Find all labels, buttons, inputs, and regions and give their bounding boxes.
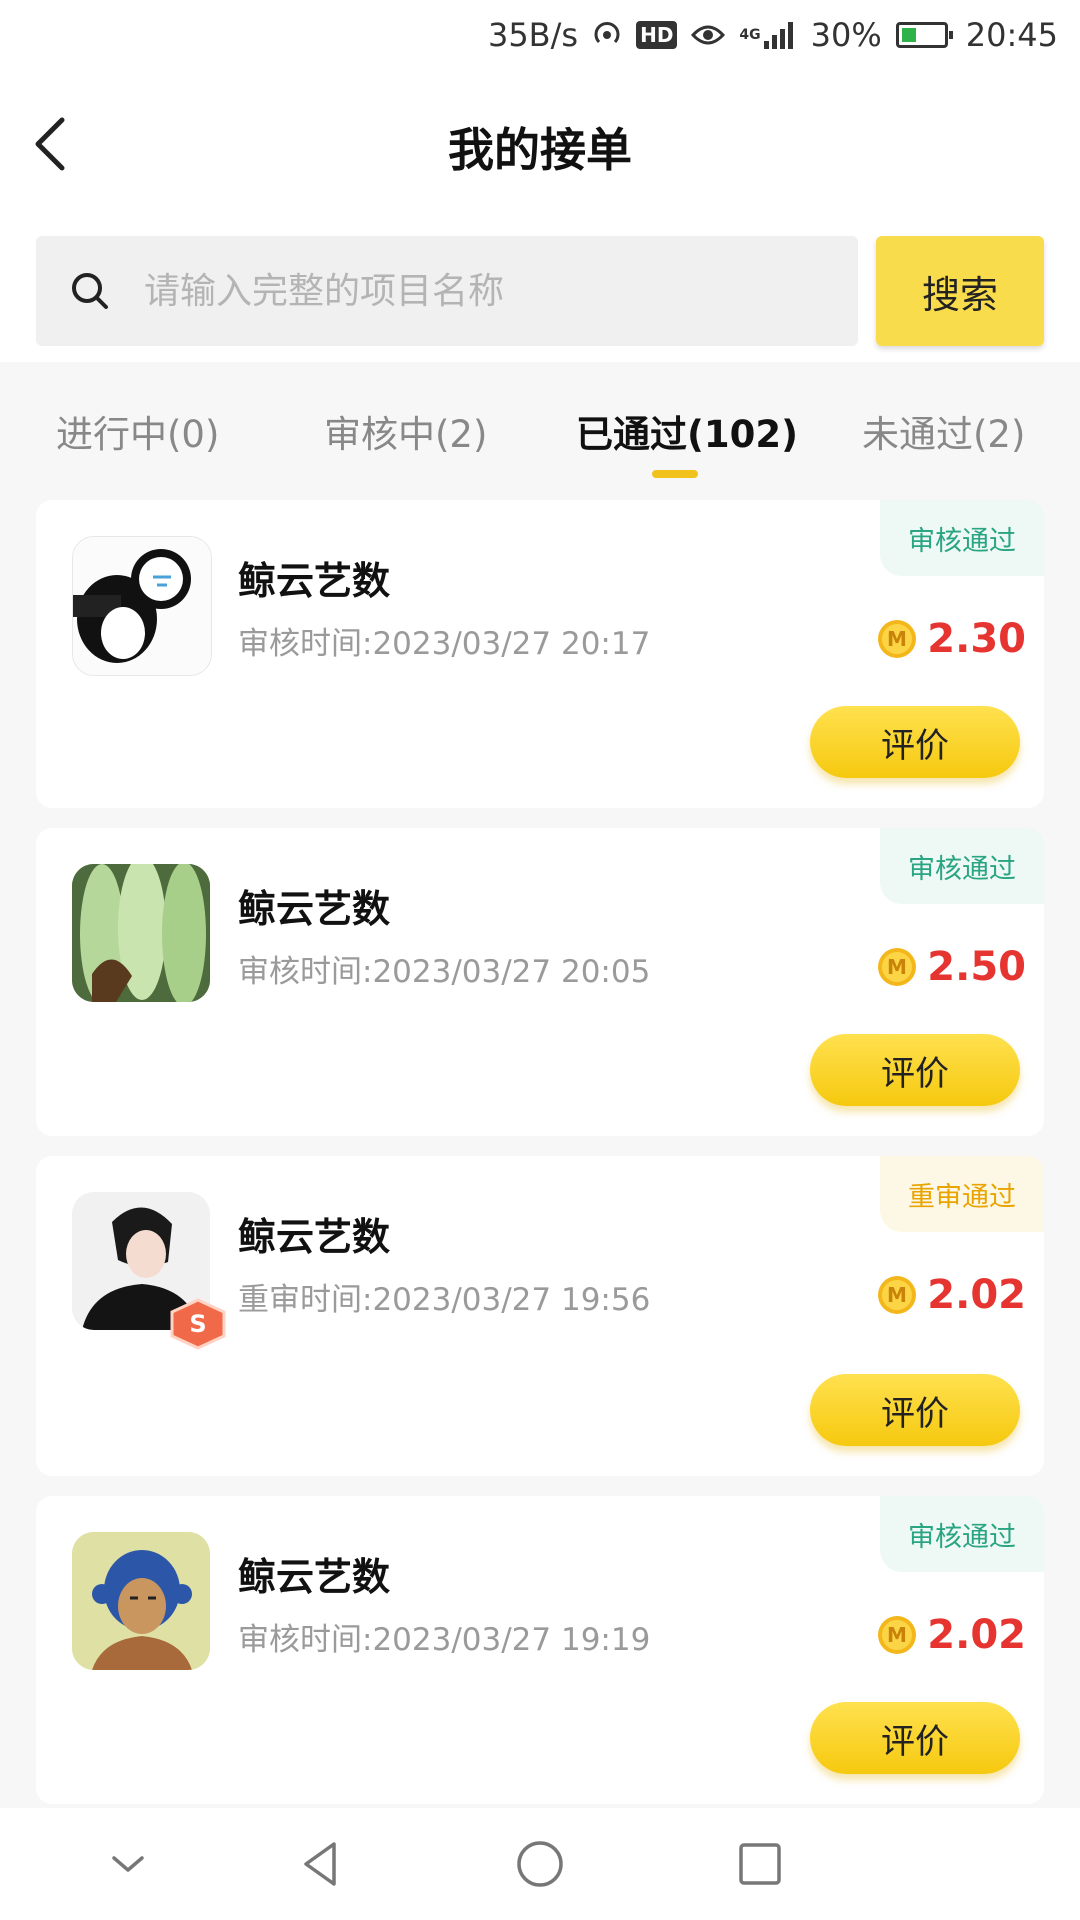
svg-text:M: M: [887, 955, 907, 979]
reward-amount: 2.02: [927, 1272, 1026, 1318]
signal-icon: 4G: [739, 21, 796, 49]
coin-icon: M: [878, 1616, 917, 1654]
reward: M 2.02: [877, 1612, 1026, 1658]
battery-icon: [895, 22, 953, 48]
search-box[interactable]: [36, 236, 858, 346]
review-time: 重审时间:2023/03/27 19:56: [238, 1282, 651, 1318]
project-title: 鲸云艺数: [238, 887, 391, 931]
tab-in-progress[interactable]: 进行中(0): [56, 404, 219, 458]
reward-amount: 2.02: [927, 1612, 1026, 1658]
rate-button[interactable]: 评价: [810, 706, 1020, 778]
order-card[interactable]: 鲸云艺数 审核时间:2023/03/27 20:05 审核通过 M 2.50 评…: [36, 828, 1044, 1136]
coin-icon: M: [878, 1276, 917, 1314]
tab-rejected[interactable]: 未通过(2): [862, 404, 1025, 458]
search-bar: 搜索: [0, 220, 1080, 362]
svg-text:M: M: [887, 1623, 907, 1647]
search-button[interactable]: 搜索: [876, 236, 1044, 346]
network-type: 4G: [739, 27, 761, 43]
reward-amount: 2.50: [927, 944, 1026, 990]
review-time: 审核时间:2023/03/27 20:17: [238, 626, 651, 662]
chevron-down-icon[interactable]: [102, 1838, 154, 1890]
tab-under-review[interactable]: 审核中(2): [324, 404, 487, 458]
order-card[interactable]: S 鲸云艺数 重审时间:2023/03/27 19:56 重审通过 M 2.02…: [36, 1156, 1044, 1476]
rate-button[interactable]: 评价: [810, 1374, 1020, 1446]
project-title: 鲸云艺数: [238, 1215, 391, 1259]
status-bar: 35B/s HD 4G 30% 20:45: [0, 0, 1080, 70]
reward: M 2.02: [877, 1272, 1026, 1318]
reward: M 2.50: [877, 944, 1026, 990]
clock: 20:45: [965, 16, 1058, 54]
project-avatar: [72, 864, 210, 1002]
coin-icon: M: [878, 620, 917, 658]
rate-button[interactable]: 评价: [810, 1702, 1020, 1774]
status-badge: 重审通过: [880, 1156, 1044, 1232]
nav-back-icon[interactable]: [294, 1838, 346, 1890]
svg-text:M: M: [887, 627, 907, 651]
project-title: 鲸云艺数: [238, 559, 391, 603]
hd-icon: HD: [636, 21, 678, 49]
reward-amount: 2.30: [927, 616, 1026, 662]
project-avatar: [72, 1532, 210, 1670]
svg-text:M: M: [887, 1283, 907, 1307]
level-badge-icon: S: [170, 1298, 226, 1350]
page-header: 我的接单: [0, 70, 1080, 220]
search-icon: [72, 273, 108, 309]
status-badge: 审核通过: [880, 828, 1044, 904]
rate-button[interactable]: 评价: [810, 1034, 1020, 1106]
coin-icon: M: [878, 948, 917, 986]
system-nav-bar: [0, 1808, 1080, 1920]
review-time: 审核时间:2023/03/27 20:05: [238, 954, 651, 990]
nav-home-icon[interactable]: [514, 1838, 566, 1890]
reward: M 2.30: [877, 616, 1026, 662]
order-card[interactable]: 鲸云艺数 审核时间:2023/03/27 19:19 审核通过 M 2.02 评…: [36, 1496, 1044, 1804]
tab-approved[interactable]: 已通过(102): [576, 404, 798, 458]
status-badge: 审核通过: [880, 500, 1044, 576]
battery-percent: 30%: [810, 16, 882, 54]
status-badge: 审核通过: [880, 1496, 1044, 1572]
nav-recents-icon[interactable]: [734, 1838, 786, 1890]
status-tabs: 进行中(0) 审核中(2) 已通过(102) 未通过(2): [0, 362, 1080, 480]
hotspot-icon: [592, 20, 622, 50]
project-avatar: [72, 536, 212, 676]
project-title: 鲸云艺数: [238, 1555, 391, 1599]
eye-icon: [691, 23, 726, 47]
search-input[interactable]: [142, 269, 786, 313]
project-avatar: S: [72, 1192, 226, 1350]
page-title: 我的接单: [448, 123, 632, 177]
svg-text:S: S: [189, 1310, 206, 1338]
order-card[interactable]: 鲸云艺数 审核时间:2023/03/27 20:17 审核通过 M 2.30 评…: [36, 500, 1044, 808]
net-speed: 35B/s: [487, 16, 579, 54]
active-tab-indicator: [652, 470, 698, 478]
review-time: 审核时间:2023/03/27 19:19: [238, 1622, 651, 1658]
